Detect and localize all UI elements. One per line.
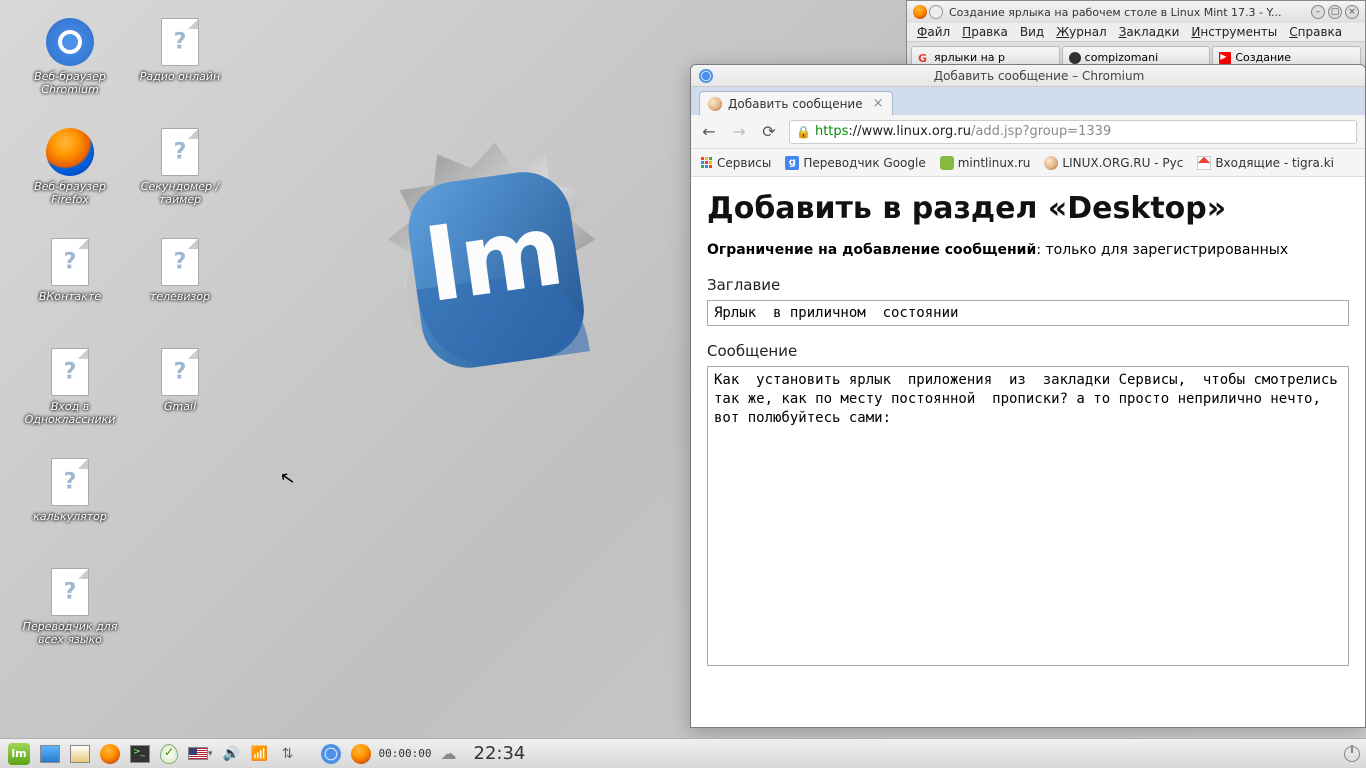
label-title: Заглавие	[707, 276, 1349, 294]
menu-file[interactable]: ФФайлайл	[917, 25, 950, 39]
chromium-title: Добавить сообщение – Chromium	[721, 69, 1357, 83]
task-chromium[interactable]	[319, 743, 343, 765]
firefox-window: Создание ярлыка на рабочем столе в Linux…	[906, 0, 1366, 69]
file-icon	[161, 238, 199, 286]
tab-favicon-icon	[708, 97, 722, 111]
title-input[interactable]	[707, 300, 1349, 326]
taskbar: lm ▾ 🔊 📶 ⇅ 00:00:00 ☁ 22:34	[0, 738, 1366, 768]
file-manager-button[interactable]	[68, 743, 92, 765]
desktop-icon-chromium[interactable]: Веб-браузер Chromium	[20, 18, 120, 96]
file-icon	[161, 348, 199, 396]
desktop-icon-vkontakte[interactable]: ВКонтакте	[20, 238, 120, 303]
network-indicator[interactable]: ⇅	[277, 743, 299, 765]
shield-icon	[160, 744, 178, 764]
reload-button[interactable]: ⟳	[759, 122, 779, 142]
message-textarea[interactable]: Как установить ярлык приложения из закла…	[707, 366, 1349, 666]
desktop-icon-tv[interactable]: телевизор	[130, 238, 230, 303]
mint-icon	[940, 156, 954, 170]
menu-journal[interactable]: Журнал	[1056, 25, 1107, 39]
file-icon	[51, 568, 89, 616]
desktop-icon-odnoklassniki[interactable]: Вход в Одноклассники	[20, 348, 120, 426]
chromium-page-content: Добавить в раздел «Desktop» Ограничение …	[691, 177, 1365, 727]
chromium-bookmarks-bar: Сервисы gПереводчик Google mintlinux.ru …	[691, 149, 1365, 177]
restriction-text: Ограничение на добавление сообщений: тол…	[707, 242, 1349, 258]
page-heading: Добавить в раздел «Desktop»	[707, 191, 1349, 226]
tab-close-icon[interactable]: ×	[873, 96, 884, 111]
chromium-titlebar[interactable]: Добавить сообщение – Chromium	[691, 65, 1365, 87]
menu-tools[interactable]: Инструменты	[1191, 25, 1277, 39]
file-icon	[161, 18, 199, 66]
desktop-icon-radio[interactable]: Радио онлайн	[130, 18, 230, 83]
bookmark-mintlinux[interactable]: mintlinux.ru	[940, 156, 1031, 170]
bookmark-google-translate[interactable]: gПереводчик Google	[785, 156, 925, 170]
chromium-icon	[699, 69, 713, 83]
desktop-icon-translator[interactable]: Переводчик для всех языко	[20, 568, 120, 646]
timer-display[interactable]: 00:00:00	[379, 747, 432, 760]
firefox-title: Создание ярлыка на рабочем столе в Linux…	[949, 6, 1308, 19]
chromium-tab[interactable]: Добавить сообщение ×	[699, 91, 893, 115]
gmail-icon	[1197, 156, 1211, 170]
menu-edit[interactable]: Правка	[962, 25, 1008, 39]
power-button[interactable]	[1344, 746, 1360, 762]
us-flag-icon	[188, 747, 208, 760]
security-indicator[interactable]	[158, 743, 180, 765]
desktop-icon-stopwatch[interactable]: Секундомер / таймер	[130, 128, 230, 206]
forward-button[interactable]: →	[729, 122, 749, 142]
bookmark-lor[interactable]: LINUX.ORG.RU - Рус	[1044, 156, 1183, 170]
firefox-titlebar[interactable]: Создание ярлыка на рабочем столе в Linux…	[907, 1, 1365, 23]
url-bar[interactable]: 🔒 https://www.linux.org.ru/add.jsp?group…	[789, 120, 1357, 144]
file-icon	[51, 458, 89, 506]
weather-indicator[interactable]: ☁	[438, 744, 460, 764]
chromium-tabstrip: Добавить сообщение ×	[691, 87, 1365, 115]
lock-icon: 🔒	[796, 125, 811, 139]
firefox-menubar: ФФайлайл Правка Вид Журнал Закладки Инст…	[907, 23, 1365, 42]
menu-view[interactable]: Вид	[1020, 25, 1044, 39]
firefox-icon	[46, 128, 94, 176]
close-button[interactable]: ×	[1345, 5, 1359, 19]
label-message: Сообщение	[707, 342, 1349, 360]
bookmark-apps[interactable]: Сервисы	[699, 156, 771, 170]
show-desktop-icon	[40, 745, 60, 763]
file-icon	[161, 128, 199, 176]
minimize-button[interactable]: –	[1311, 5, 1325, 19]
desktop-icon-calculator[interactable]: калькулятор	[20, 458, 120, 523]
back-button[interactable]: ←	[699, 122, 719, 142]
firefox-favicon-icon	[913, 5, 927, 19]
firefox-icon	[351, 744, 371, 764]
terminal-launcher[interactable]	[128, 743, 152, 765]
firefox-icon	[100, 744, 120, 764]
chromium-window: Добавить сообщение – Chromium Добавить с…	[690, 64, 1366, 728]
task-firefox[interactable]	[349, 743, 373, 765]
firefox-launcher[interactable]	[98, 743, 122, 765]
clock[interactable]: 22:34	[474, 743, 526, 764]
desktop-icon-gmail[interactable]: Gmail	[130, 348, 230, 413]
chromium-icon	[46, 18, 94, 66]
maximize-button[interactable]: ▢	[1328, 5, 1342, 19]
keyboard-layout[interactable]: ▾	[186, 743, 215, 765]
mint-menu-icon: lm	[8, 743, 30, 765]
desktop-icon-firefox[interactable]: Веб-браузер Firefox	[20, 128, 120, 206]
lor-icon	[1044, 156, 1058, 170]
bookmark-gmail[interactable]: Входящие - tigra.ki	[1197, 156, 1334, 170]
wifi-indicator[interactable]: 📶	[249, 743, 271, 765]
globe-icon	[929, 5, 943, 19]
show-desktop-button[interactable]	[38, 743, 62, 765]
menu-bookmarks[interactable]: Закладки	[1119, 25, 1180, 39]
menu-button[interactable]: lm	[6, 743, 32, 765]
file-icon	[51, 348, 89, 396]
terminal-icon	[130, 745, 150, 763]
sound-indicator[interactable]: 🔊	[221, 743, 243, 765]
file-manager-icon	[70, 745, 90, 763]
chromium-icon	[321, 744, 341, 764]
file-icon	[51, 238, 89, 286]
menu-help[interactable]: Справка	[1289, 25, 1342, 39]
chromium-toolbar: ← → ⟳ 🔒 https://www.linux.org.ru/add.jsp…	[691, 115, 1365, 149]
